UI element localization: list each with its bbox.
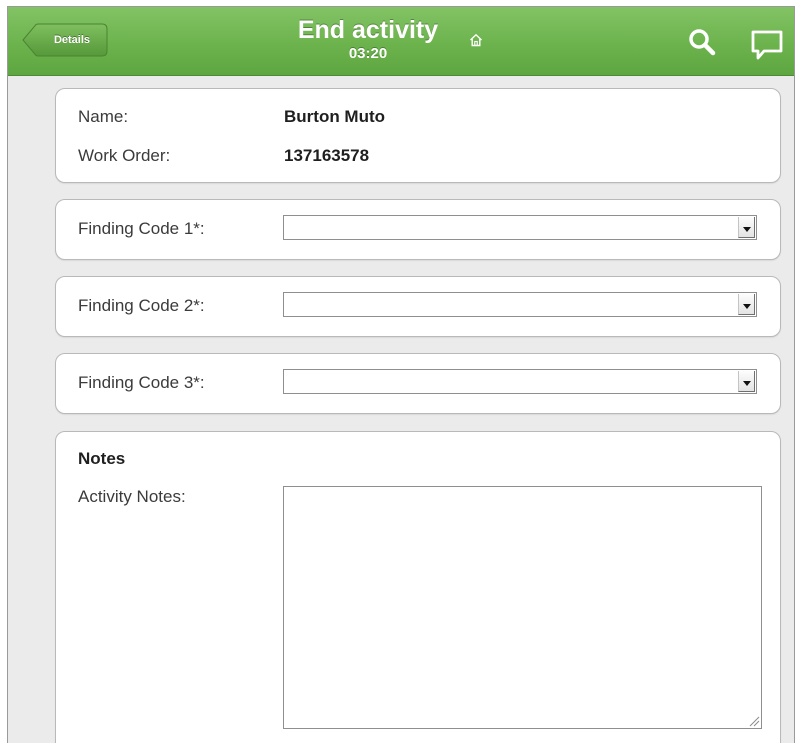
info-card: Name: Burton Muto Work Order: 137163578 bbox=[55, 88, 781, 183]
finding-code-1-select[interactable] bbox=[283, 215, 757, 240]
finding-code-2-select[interactable] bbox=[283, 292, 757, 317]
chat-icon[interactable] bbox=[751, 30, 783, 60]
page-title: End activity bbox=[297, 16, 439, 44]
finding-code-3-card: Finding Code 3*: bbox=[55, 353, 781, 414]
activity-notes-label: Activity Notes: bbox=[78, 487, 186, 506]
activity-notes-textarea[interactable] bbox=[283, 486, 762, 729]
activity-timer: 03:20 bbox=[348, 45, 388, 62]
name-value: Burton Muto bbox=[284, 107, 386, 126]
details-back-button[interactable]: Details bbox=[22, 23, 108, 57]
finding-code-3-label: Finding Code 3*: bbox=[78, 373, 205, 392]
app-frame: Details End activity 03:20 Name: Burton … bbox=[7, 6, 795, 743]
finding-code-1-card: Finding Code 1*: bbox=[55, 199, 781, 260]
home-icon[interactable] bbox=[469, 33, 483, 47]
back-button-label: Details bbox=[53, 34, 91, 46]
finding-code-2-card: Finding Code 2*: bbox=[55, 276, 781, 337]
finding-code-3-select[interactable] bbox=[283, 369, 757, 394]
dropdown-arrow-icon[interactable] bbox=[738, 371, 755, 392]
dropdown-arrow-icon[interactable] bbox=[738, 294, 755, 315]
notes-heading: Notes bbox=[78, 449, 126, 468]
top-bar: Details End activity 03:20 bbox=[8, 7, 794, 76]
name-label: Name: bbox=[78, 107, 129, 126]
dropdown-arrow-icon[interactable] bbox=[738, 217, 755, 238]
finding-code-2-label: Finding Code 2*: bbox=[78, 296, 205, 315]
search-icon[interactable] bbox=[688, 28, 716, 56]
work-order-value: 137163578 bbox=[284, 146, 370, 165]
finding-code-1-label: Finding Code 1*: bbox=[78, 219, 205, 238]
work-order-label: Work Order: bbox=[78, 146, 171, 165]
notes-card: Notes Activity Notes: bbox=[55, 431, 781, 743]
resize-grip-icon[interactable] bbox=[748, 715, 760, 727]
